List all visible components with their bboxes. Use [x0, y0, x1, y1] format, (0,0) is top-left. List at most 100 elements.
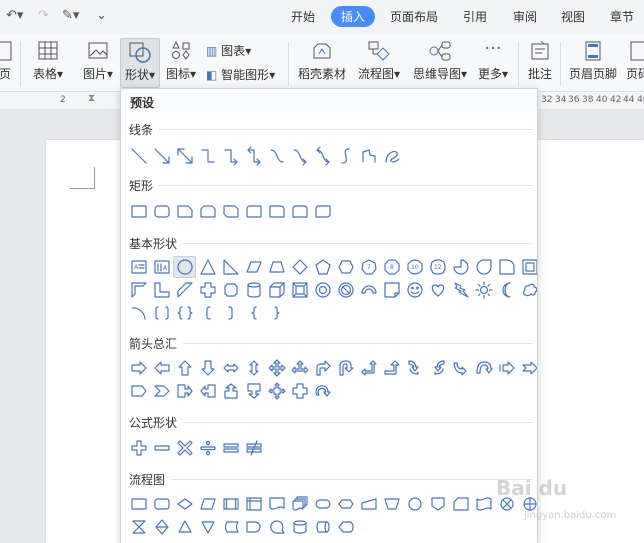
lightning-bolt-shape[interactable] [449, 279, 472, 301]
diagonal-stripe-shape[interactable] [173, 279, 196, 301]
striped-right-arrow-shape[interactable] [495, 357, 518, 379]
flowchart-terminator-shape[interactable] [311, 493, 334, 515]
flowchart-manual-operation-shape[interactable] [380, 493, 403, 515]
flowchart-display-shape[interactable] [334, 516, 357, 538]
flowchart-direct-access-storage-shape[interactable] [311, 516, 334, 538]
rounded-rectangle-shape[interactable] [150, 200, 173, 222]
mindmap-button[interactable]: 思维导图▾ [410, 40, 470, 82]
flowchart-button[interactable]: 流程图▾ [356, 40, 402, 82]
left-brace-shape[interactable] [242, 302, 265, 324]
right-bracket-shape[interactable] [219, 302, 242, 324]
up-arrow-callout-shape[interactable] [219, 380, 242, 402]
quad-arrow-cross-shape[interactable] [288, 380, 311, 402]
folded-corner-shape[interactable] [380, 279, 403, 301]
left-right-arrow-shape[interactable] [219, 357, 242, 379]
flowchart-offpage-connector-shape[interactable] [426, 493, 449, 515]
elbow-connector-shape[interactable] [196, 145, 219, 167]
right-arrow-shape[interactable] [127, 357, 150, 379]
up-arrow-shape[interactable] [173, 357, 196, 379]
diamond-shape[interactable] [288, 256, 311, 278]
curved-right-arrow-shape[interactable] [403, 357, 426, 379]
l-shape[interactable] [150, 279, 173, 301]
flowchart-process-shape[interactable] [127, 493, 150, 515]
pentagon-arrow-shape[interactable] [127, 380, 150, 402]
icon-button[interactable]: 图标▾ [163, 40, 199, 82]
indent-marker-icon[interactable]: ⧗ [88, 93, 95, 104]
curved-down-arrow-shape[interactable] [472, 357, 495, 379]
left-right-up-arrow-shape[interactable] [288, 357, 311, 379]
flowchart-card-shape[interactable] [449, 493, 472, 515]
up-down-arrow-shape[interactable] [242, 357, 265, 379]
flowchart-stored-data-shape[interactable] [219, 516, 242, 538]
octagon-shape[interactable]: 8 [380, 256, 403, 278]
decagon-shape[interactable]: 10 [403, 256, 426, 278]
no-symbol-shape[interactable] [334, 279, 357, 301]
customize-dropdown-icon[interactable]: ⌄ [96, 8, 107, 23]
circular-arrow-shape[interactable] [311, 380, 334, 402]
down-arrow-shape[interactable] [196, 357, 219, 379]
flowchart-sort-shape[interactable] [150, 516, 173, 538]
chevron-shape[interactable] [150, 380, 173, 402]
snip-single-corner-rectangle-shape[interactable] [173, 200, 196, 222]
parallelogram-shape[interactable] [242, 256, 265, 278]
elbow-double-arrow-connector-shape[interactable] [242, 145, 265, 167]
notched-right-arrow-shape[interactable] [518, 357, 537, 379]
half-frame-corner-shape[interactable] [127, 279, 150, 301]
quad-arrow-callout-shape[interactable] [265, 380, 288, 402]
arc-shape[interactable] [127, 302, 150, 324]
flowchart-magnetic-disk-shape[interactable] [288, 516, 311, 538]
undo-icon[interactable]: ↶▾ [6, 8, 23, 23]
page-number-button[interactable]: 页码 [624, 40, 644, 82]
curved-up-arrow-shape[interactable] [449, 357, 472, 379]
hexagon-shape[interactable] [334, 256, 357, 278]
half-frame-shape[interactable] [495, 256, 518, 278]
cloud-shape[interactable] [518, 279, 537, 301]
dodecagon-shape[interactable]: 12 [426, 256, 449, 278]
snip-round-rectangle-shape[interactable] [242, 200, 265, 222]
picture-button[interactable]: 图片▾ [80, 40, 116, 82]
block-arc-shape[interactable] [357, 279, 380, 301]
double-bracket-shape[interactable] [150, 302, 173, 324]
flowchart-merge-shape[interactable] [196, 516, 219, 538]
tab-review[interactable]: 审阅 [513, 8, 537, 25]
flowchart-data-shape[interactable] [196, 493, 219, 515]
tab-page-layout[interactable]: 页面布局 [390, 8, 438, 25]
moon-shape[interactable] [495, 279, 518, 301]
flowchart-alternate-process-shape[interactable] [150, 493, 173, 515]
isosceles-triangle-shape[interactable] [196, 256, 219, 278]
tab-references[interactable]: 引用 [463, 8, 487, 25]
flowchart-delay-shape[interactable] [242, 516, 265, 538]
plus-shape[interactable] [127, 437, 150, 459]
curved-double-arrow-connector-shape[interactable] [311, 145, 334, 167]
vertical-text-box-shape[interactable]: A [150, 256, 173, 278]
tab-home[interactable]: 开始 [291, 8, 315, 25]
frame-shape[interactable] [518, 256, 537, 278]
pentagon-shape[interactable] [311, 256, 334, 278]
shape-button[interactable]: 形状▾ [120, 38, 160, 88]
flowchart-decision-shape[interactable] [173, 493, 196, 515]
u-turn-arrow-shape[interactable] [334, 357, 357, 379]
curved-arrow-connector-shape[interactable] [288, 145, 311, 167]
round-same-side-rectangle-shape[interactable] [288, 200, 311, 222]
table-button[interactable]: 表格▾ [30, 40, 66, 82]
tab-insert[interactable]: 插入 [331, 6, 376, 27]
sun-shape[interactable] [472, 279, 495, 301]
snip-same-side-rectangle-shape[interactable] [196, 200, 219, 222]
text-box-shape[interactable]: A [127, 256, 150, 278]
bevel-shape[interactable] [288, 279, 311, 301]
right-arrow-callout-shape[interactable] [173, 380, 196, 402]
can-shape[interactable] [242, 279, 265, 301]
left-bracket-shape[interactable] [196, 302, 219, 324]
smiley-face-shape[interactable] [403, 279, 426, 301]
oval-shape[interactable] [173, 256, 196, 278]
more-button[interactable]: ··· 更多▾ [474, 40, 512, 82]
flowchart-internal-storage-shape[interactable] [242, 493, 265, 515]
redo-icon[interactable]: ↷ [38, 8, 49, 23]
chart-button[interactable]: ▥ 图表▾ [206, 42, 251, 59]
tab-view[interactable]: 视图 [561, 8, 585, 25]
curved-left-arrow-shape[interactable] [426, 357, 449, 379]
flowchart-sequential-access-storage-shape[interactable] [265, 516, 288, 538]
down-arrow-callout-shape[interactable] [242, 380, 265, 402]
heart-shape[interactable] [426, 279, 449, 301]
header-footer-button[interactable]: 页眉页脚 [566, 40, 620, 82]
